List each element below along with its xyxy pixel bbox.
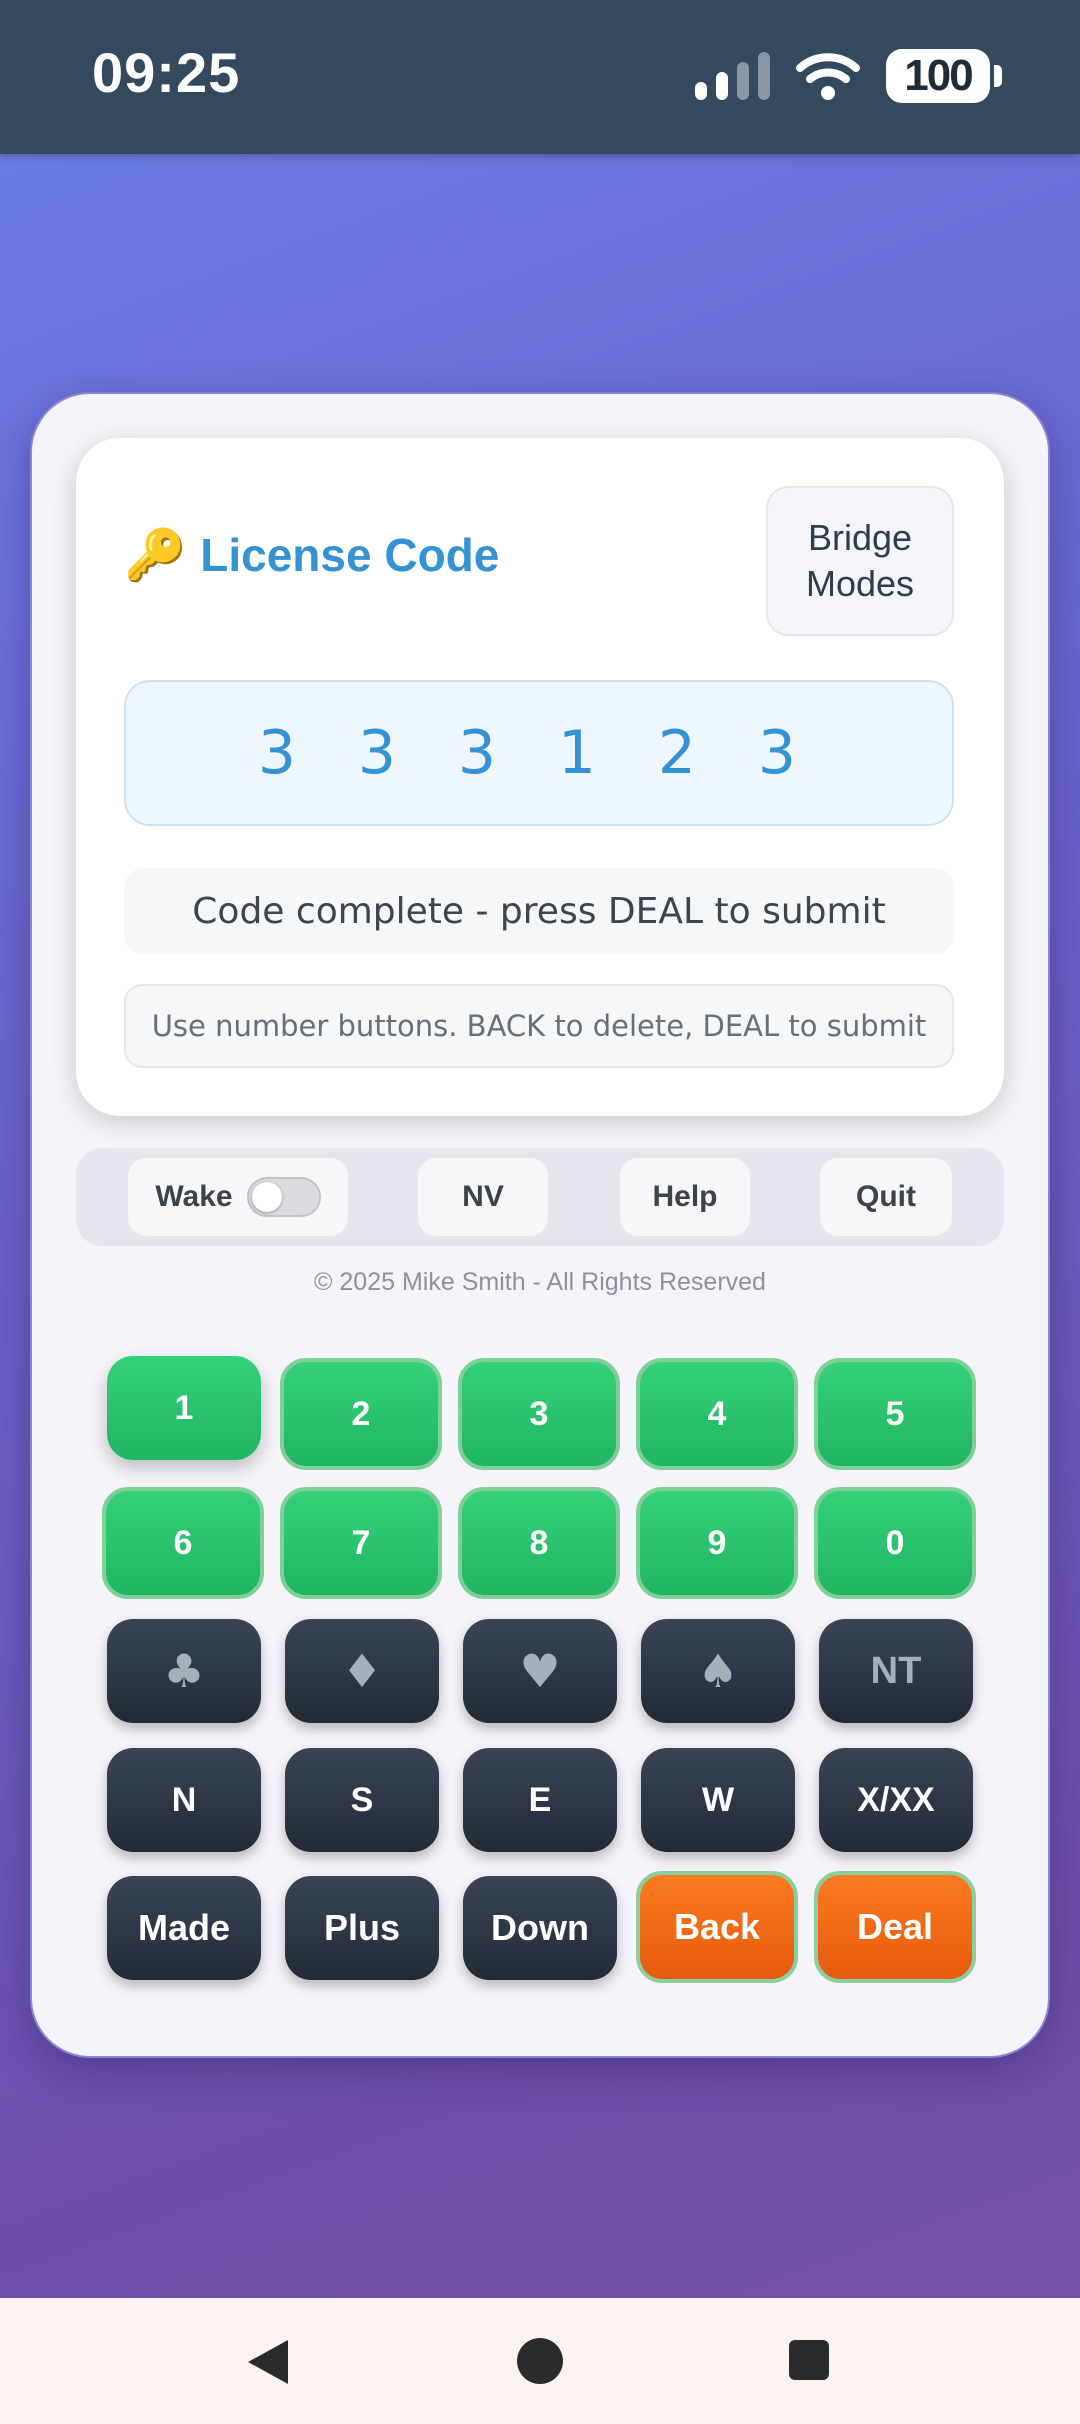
nav-home-icon[interactable]: [517, 2338, 563, 2384]
code-digit: 3: [357, 718, 397, 788]
key-9[interactable]: 9: [636, 1487, 798, 1599]
code-digit: 1: [557, 718, 597, 788]
key-west[interactable]: W: [641, 1748, 795, 1852]
key-6[interactable]: 6: [102, 1487, 264, 1599]
back-button[interactable]: Back: [636, 1871, 798, 1983]
wifi-icon: [796, 53, 860, 100]
key-diamonds[interactable]: ♦: [285, 1619, 439, 1723]
key-north[interactable]: N: [107, 1748, 261, 1852]
toolbar: Wake NV Help Quit: [76, 1148, 1004, 1246]
key-hearts[interactable]: ♥: [463, 1619, 617, 1723]
bridge-modes-label-line1: Bridge: [807, 517, 913, 558]
nav-back-icon[interactable]: [248, 2340, 288, 2384]
battery-icon: 100: [886, 49, 1002, 103]
nv-button[interactable]: NV: [418, 1158, 548, 1236]
wake-label: Wake: [155, 1180, 233, 1213]
status-bar: 09:25 100: [0, 0, 1080, 154]
signal-bars-icon: [695, 52, 770, 100]
key-5[interactable]: 5: [814, 1358, 976, 1470]
clock: 09:25: [92, 41, 241, 104]
diamonds-icon: ♦: [341, 1644, 383, 1698]
key-double[interactable]: X/XX: [819, 1748, 973, 1852]
key-clubs[interactable]: ♣: [107, 1619, 261, 1723]
key-south[interactable]: S: [285, 1748, 439, 1852]
wake-toggle-switch[interactable]: [246, 1177, 321, 1217]
status-message: Code complete - press DEAL to submit: [124, 868, 954, 954]
quit-button[interactable]: Quit: [820, 1158, 952, 1236]
key-8[interactable]: 8: [458, 1487, 620, 1599]
nav-recents-icon[interactable]: [789, 2340, 829, 2380]
spades-icon: ♠: [697, 1644, 739, 1698]
copyright-text: © 2025 Mike Smith - All Rights Reserved: [314, 1268, 766, 1296]
key-east[interactable]: E: [463, 1748, 617, 1852]
license-code-display: 3 3 3 1 2 3: [124, 680, 954, 826]
key-0[interactable]: 0: [814, 1487, 976, 1599]
hint-text: Use number buttons. BACK to delete, DEAL…: [124, 984, 954, 1068]
key-1[interactable]: 1: [107, 1356, 261, 1460]
plus-button[interactable]: Plus: [285, 1876, 439, 1980]
code-digit: 3: [457, 718, 497, 788]
help-button[interactable]: Help: [620, 1158, 750, 1236]
code-digit: 3: [257, 718, 297, 788]
bridge-modes-label-line2: Modes: [805, 563, 915, 604]
key-7[interactable]: 7: [280, 1487, 442, 1599]
hearts-icon: ♥: [519, 1644, 561, 1698]
made-button[interactable]: Made: [107, 1876, 261, 1980]
key-icon: 🔑: [124, 527, 187, 583]
key-3[interactable]: 3: [458, 1358, 620, 1470]
key-2[interactable]: 2: [280, 1358, 442, 1470]
deal-button[interactable]: Deal: [814, 1871, 976, 1983]
key-spades[interactable]: ♠: [641, 1619, 795, 1723]
code-digit: 3: [757, 718, 797, 788]
down-button[interactable]: Down: [463, 1876, 617, 1980]
key-4[interactable]: 4: [636, 1358, 798, 1470]
clubs-icon: ♣: [163, 1644, 205, 1698]
wake-toggle-button[interactable]: Wake: [128, 1158, 348, 1236]
system-nav-bar: [0, 2298, 1080, 2424]
bridge-modes-button[interactable]: Bridge Modes: [766, 486, 954, 636]
license-panel: 🔑 License Code Bridge Modes 3 3 3 1 2 3 …: [76, 438, 1004, 1116]
key-nt[interactable]: NT: [819, 1619, 973, 1723]
code-digit: 2: [657, 718, 697, 788]
page-title: License Code: [200, 529, 500, 581]
